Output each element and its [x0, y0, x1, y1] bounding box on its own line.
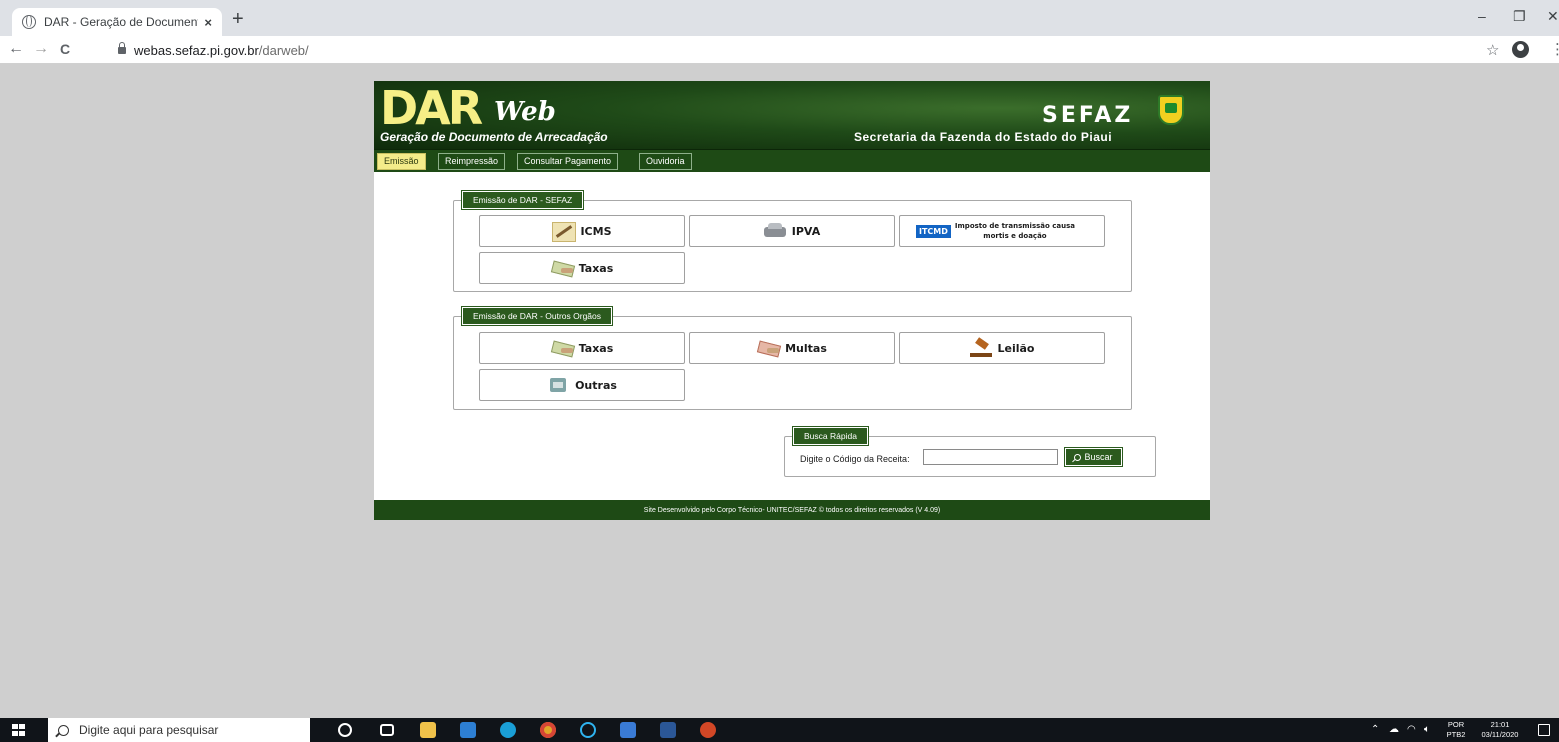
reload-button[interactable]: C: [60, 40, 70, 58]
itcmd-description: Imposto de transmissão causa mortis e do…: [955, 221, 1075, 241]
url-field[interactable]: webas.sefaz.pi.gov.br/darweb/: [134, 43, 309, 58]
tray-chevron-icon[interactable]: ⌃: [1371, 724, 1379, 735]
logo-dar: DAR: [380, 81, 483, 135]
windows-taskbar: Digite aqui para pesquisar ⌃ ☁ ◠ 🔈︎ POR …: [0, 718, 1559, 742]
pencil-icon: [552, 222, 577, 242]
file-explorer-icon[interactable]: [420, 722, 436, 738]
app-u-icon[interactable]: [580, 722, 596, 738]
cortana-icon[interactable]: [338, 723, 352, 737]
buscar-label: Buscar: [1084, 452, 1113, 462]
new-tab-button[interactable]: +: [232, 9, 244, 29]
sefaz-subtitle: Secretaria da Fazenda do Estado do Piaui: [854, 130, 1113, 144]
itcmd-button[interactable]: ITCMD Imposto de transmissão causa morti…: [899, 215, 1105, 247]
browser-menu-icon[interactable]: ⋮: [1550, 40, 1559, 58]
profile-icon[interactable]: [1512, 41, 1529, 58]
multas-button[interactable]: Multas: [689, 332, 895, 364]
clock-time: 21:01: [1490, 720, 1510, 729]
ipva-label: IPVA: [791, 224, 821, 238]
logo-subtitle: Geração de Documento de Arrecadação: [380, 130, 608, 144]
globe-icon: [22, 15, 36, 29]
sefaz-taxas-button[interactable]: Taxas: [479, 252, 685, 284]
outras-icon: [547, 376, 569, 394]
sefaz-taxas-label: Taxas: [578, 261, 614, 275]
leilao-button[interactable]: Leilão: [899, 332, 1105, 364]
nav-tab-consultar-pagamento[interactable]: Consultar Pagamento: [517, 153, 619, 170]
nav-tab-reimpressao[interactable]: Reimpressão: [438, 153, 506, 170]
itcmd-line-1: Imposto de transmissão causa: [954, 222, 1075, 230]
close-window-button[interactable]: ✕: [1547, 8, 1559, 25]
ipva-button[interactable]: IPVA: [689, 215, 895, 247]
tab-title: DAR - Geração de Documento de: [44, 15, 198, 29]
sefaz-group-legend: Emissão de DAR - SEFAZ: [460, 190, 585, 210]
car-icon: [763, 222, 786, 240]
itcmd-badge: ITCMD: [916, 224, 951, 238]
outras-button[interactable]: Outras: [479, 369, 685, 401]
browser-tab[interactable]: DAR - Geração de Documento de ×: [12, 8, 222, 36]
tab-close-icon[interactable]: ×: [204, 15, 212, 30]
logo-web: Web: [494, 97, 556, 127]
outros-taxas-button[interactable]: Taxas: [479, 332, 685, 364]
powerpoint-icon[interactable]: [700, 722, 716, 738]
lock-icon: [118, 42, 126, 54]
back-button[interactable]: ←: [8, 40, 24, 58]
language-code: POR: [1447, 720, 1465, 729]
state-emblem-icon: [1158, 95, 1184, 125]
word-icon[interactable]: [660, 722, 676, 738]
address-bar: ← → C webas.sefaz.pi.gov.br/darweb/ ☆ ⋮: [0, 36, 1559, 64]
bookmark-star-icon[interactable]: ☆: [1486, 41, 1499, 59]
sefaz-brand: SEFAZ: [1042, 103, 1134, 128]
clock-date: 03/11/2020: [1481, 730, 1519, 739]
onedrive-icon[interactable]: ☁: [1389, 724, 1399, 735]
busca-label: Digite o Código da Receita:: [800, 454, 910, 464]
money-icon: [551, 259, 573, 277]
windows-start-icon[interactable]: [12, 724, 25, 736]
wifi-icon[interactable]: ◠: [1407, 724, 1416, 735]
chrome-icon[interactable]: [540, 722, 556, 738]
notifications-icon[interactable]: [1538, 724, 1550, 736]
multas-label: Multas: [785, 341, 827, 355]
nav-tab-ouvidoria[interactable]: Ouvidoria: [639, 153, 692, 170]
main-nav: Emissão Reimpressão Consultar Pagamento …: [374, 149, 1210, 172]
taskbar-search[interactable]: Digite aqui para pesquisar: [48, 718, 310, 742]
forward-button[interactable]: →: [33, 40, 49, 58]
language-indicator[interactable]: POR PTB2: [1445, 720, 1467, 740]
busca-rapida-form: Digite o Código da Receita: Buscar: [784, 437, 1156, 477]
money-icon: [551, 339, 573, 357]
buscar-button[interactable]: Buscar: [1064, 447, 1123, 467]
minimize-button[interactable]: –: [1478, 8, 1486, 24]
browser-tabbar: DAR - Geração de Documento de × + – ❐ ✕: [0, 0, 1559, 36]
gavel-icon: [969, 339, 992, 357]
search-icon: [58, 724, 69, 736]
leilao-label: Leilão: [997, 341, 1035, 355]
url-path: /darweb/: [258, 43, 309, 58]
clock[interactable]: 21:01 03/11/2020: [1474, 720, 1526, 740]
edge-icon[interactable]: [500, 722, 516, 738]
icms-label: ICMS: [580, 224, 612, 238]
itcmd-line-2: mortis e doação: [983, 232, 1047, 240]
calculator-icon[interactable]: [620, 722, 636, 738]
taskbar-search-placeholder: Digite aqui para pesquisar: [79, 723, 219, 737]
restore-button[interactable]: ❐: [1513, 8, 1526, 25]
mail-icon[interactable]: [460, 722, 476, 738]
nav-tab-emissao[interactable]: Emissão: [377, 153, 426, 170]
codigo-receita-input[interactable]: [923, 449, 1058, 465]
money-red-icon: [757, 339, 780, 357]
site-header: DAR Web Geração de Documento de Arrecada…: [374, 81, 1210, 149]
outras-label: Outras: [575, 378, 617, 392]
keyboard-layout: PTB2: [1446, 730, 1466, 739]
magnifier-icon: [1074, 453, 1082, 461]
task-view-icon[interactable]: [380, 724, 394, 736]
icms-button[interactable]: ICMS: [479, 215, 685, 247]
outros-group-legend: Emissão de DAR - Outros Orgãos: [460, 306, 614, 326]
url-host: webas.sefaz.pi.gov.br: [134, 43, 259, 58]
site-footer: Site Desenvolvido pelo Corpo Técnico- UN…: [374, 500, 1210, 520]
darweb-page: DAR Web Geração de Documento de Arrecada…: [374, 81, 1210, 520]
outros-taxas-label: Taxas: [578, 341, 614, 355]
volume-icon[interactable]: 🔈︎: [1424, 724, 1430, 735]
